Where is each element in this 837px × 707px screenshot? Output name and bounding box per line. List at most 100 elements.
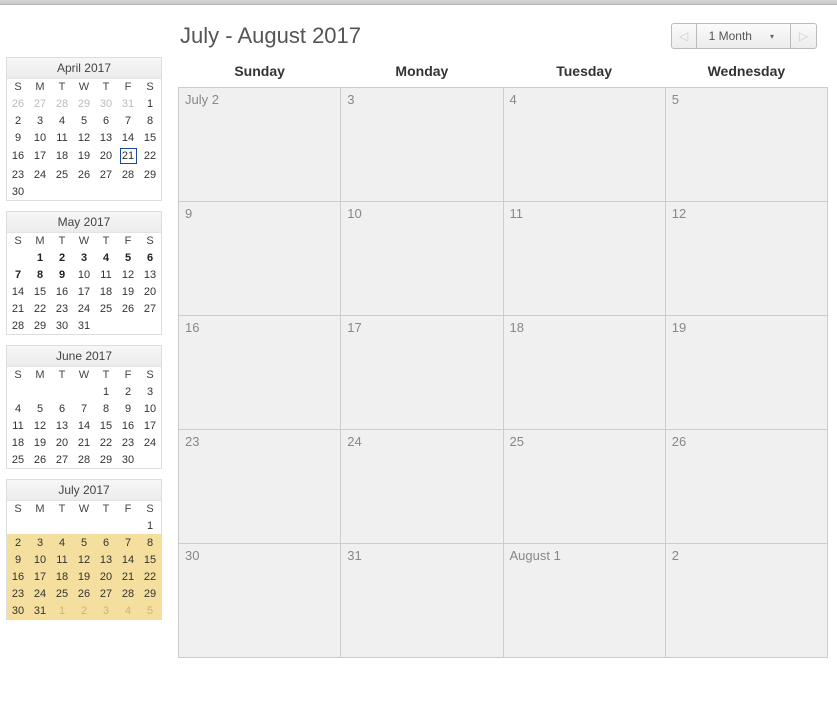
mini-day-cell[interactable]: 27 (51, 451, 73, 468)
mini-day-cell[interactable]: 4 (7, 400, 29, 417)
mini-day-cell[interactable]: 23 (117, 434, 139, 451)
mini-day-cell[interactable]: 1 (29, 249, 51, 266)
mini-day-cell[interactable]: 27 (95, 585, 117, 602)
mini-day-cell[interactable]: 21 (7, 300, 29, 317)
mini-day-cell[interactable]: 1 (51, 602, 73, 619)
mini-day-cell[interactable]: 31 (73, 317, 95, 334)
mini-day-cell[interactable]: 28 (117, 166, 139, 183)
mini-day-cell[interactable]: 14 (117, 129, 139, 146)
mini-day-cell[interactable]: 13 (51, 417, 73, 434)
mini-day-cell[interactable]: 18 (51, 146, 73, 166)
mini-day-cell[interactable]: 16 (7, 568, 29, 585)
mini-day-cell[interactable]: 25 (7, 451, 29, 468)
calendar-day-cell[interactable]: 9 (179, 202, 341, 316)
mini-day-cell[interactable]: 31 (117, 95, 139, 112)
mini-day-cell[interactable]: 6 (139, 249, 161, 266)
mini-day-cell[interactable]: 7 (7, 266, 29, 283)
mini-day-cell[interactable]: 27 (95, 166, 117, 183)
mini-day-cell[interactable]: 19 (73, 568, 95, 585)
mini-day-cell[interactable]: 7 (117, 534, 139, 551)
mini-calendar-title[interactable]: April 2017 (7, 58, 161, 79)
calendar-day-cell[interactable]: 31 (341, 544, 503, 658)
calendar-day-cell[interactable]: 24 (341, 430, 503, 544)
mini-day-cell[interactable]: 14 (117, 551, 139, 568)
mini-day-cell[interactable]: 3 (73, 249, 95, 266)
mini-day-cell[interactable]: 28 (73, 451, 95, 468)
mini-day-cell[interactable]: 14 (73, 417, 95, 434)
mini-day-cell[interactable]: 10 (139, 400, 161, 417)
mini-day-cell[interactable]: 19 (29, 434, 51, 451)
calendar-day-cell[interactable]: 3 (341, 88, 503, 202)
mini-day-cell[interactable]: 30 (95, 95, 117, 112)
mini-day-cell[interactable]: 5 (73, 534, 95, 551)
mini-day-cell[interactable]: 4 (51, 534, 73, 551)
calendar-day-cell[interactable]: July 2 (179, 88, 341, 202)
mini-day-cell[interactable]: 4 (117, 602, 139, 619)
mini-day-cell[interactable]: 21 (117, 568, 139, 585)
mini-day-cell[interactable]: 29 (139, 585, 161, 602)
mini-day-cell[interactable]: 31 (29, 602, 51, 619)
mini-day-cell[interactable]: 8 (29, 266, 51, 283)
mini-day-cell[interactable]: 20 (139, 283, 161, 300)
mini-day-cell[interactable]: 5 (73, 112, 95, 129)
calendar-day-cell[interactable]: 12 (665, 202, 827, 316)
mini-day-cell[interactable]: 27 (139, 300, 161, 317)
mini-day-cell[interactable]: 28 (51, 95, 73, 112)
mini-day-cell[interactable]: 12 (73, 129, 95, 146)
mini-day-cell[interactable]: 26 (117, 300, 139, 317)
range-selector[interactable]: 1 Month ▾ (697, 23, 791, 49)
mini-day-cell[interactable]: 6 (51, 400, 73, 417)
mini-day-cell[interactable]: 5 (139, 602, 161, 619)
mini-day-cell[interactable]: 16 (7, 146, 29, 166)
mini-day-cell[interactable]: 25 (51, 585, 73, 602)
mini-day-cell[interactable]: 9 (51, 266, 73, 283)
mini-day-cell[interactable]: 12 (29, 417, 51, 434)
mini-day-cell[interactable]: 24 (29, 585, 51, 602)
mini-day-cell[interactable]: 10 (29, 551, 51, 568)
mini-day-cell[interactable]: 17 (73, 283, 95, 300)
mini-day-cell[interactable]: 13 (95, 551, 117, 568)
calendar-day-cell[interactable]: 4 (503, 88, 665, 202)
mini-day-cell[interactable]: 2 (51, 249, 73, 266)
mini-day-cell[interactable]: 22 (139, 568, 161, 585)
mini-day-cell[interactable]: 30 (7, 602, 29, 619)
prev-button[interactable]: ◁ (671, 23, 697, 49)
mini-day-cell[interactable]: 15 (95, 417, 117, 434)
mini-day-cell[interactable]: 16 (117, 417, 139, 434)
mini-day-cell[interactable]: 28 (7, 317, 29, 334)
mini-day-cell[interactable]: 3 (29, 534, 51, 551)
mini-day-cell[interactable]: 3 (139, 383, 161, 400)
mini-day-cell[interactable]: 11 (51, 551, 73, 568)
mini-day-cell[interactable]: 1 (139, 95, 161, 112)
mini-day-cell[interactable]: 22 (95, 434, 117, 451)
mini-day-cell[interactable]: 14 (7, 283, 29, 300)
mini-day-cell[interactable]: 21 (73, 434, 95, 451)
mini-day-cell[interactable]: 9 (7, 551, 29, 568)
mini-day-cell[interactable]: 19 (73, 146, 95, 166)
mini-day-cell[interactable]: 29 (73, 95, 95, 112)
mini-day-cell[interactable]: 19 (117, 283, 139, 300)
mini-day-cell[interactable]: 8 (139, 534, 161, 551)
mini-day-cell[interactable]: 24 (73, 300, 95, 317)
mini-day-cell[interactable]: 9 (7, 129, 29, 146)
mini-day-cell[interactable]: 30 (51, 317, 73, 334)
mini-day-cell[interactable]: 3 (95, 602, 117, 619)
mini-day-cell[interactable]: 17 (29, 568, 51, 585)
mini-day-cell[interactable]: 30 (117, 451, 139, 468)
mini-day-cell[interactable]: 27 (29, 95, 51, 112)
mini-day-cell[interactable]: 7 (117, 112, 139, 129)
calendar-day-cell[interactable]: 11 (503, 202, 665, 316)
calendar-day-cell[interactable]: August 1 (503, 544, 665, 658)
mini-day-cell[interactable]: 3 (29, 112, 51, 129)
mini-day-cell[interactable]: 6 (95, 112, 117, 129)
mini-day-cell[interactable]: 26 (29, 451, 51, 468)
mini-day-cell[interactable]: 1 (139, 517, 161, 534)
mini-day-cell[interactable]: 15 (29, 283, 51, 300)
mini-day-cell[interactable]: 23 (51, 300, 73, 317)
mini-calendar-title[interactable]: July 2017 (7, 480, 161, 501)
mini-day-cell[interactable]: 2 (73, 602, 95, 619)
mini-day-cell[interactable]: 11 (95, 266, 117, 283)
mini-day-cell[interactable]: 20 (95, 568, 117, 585)
mini-day-cell[interactable]: 29 (29, 317, 51, 334)
mini-day-cell[interactable]: 12 (117, 266, 139, 283)
